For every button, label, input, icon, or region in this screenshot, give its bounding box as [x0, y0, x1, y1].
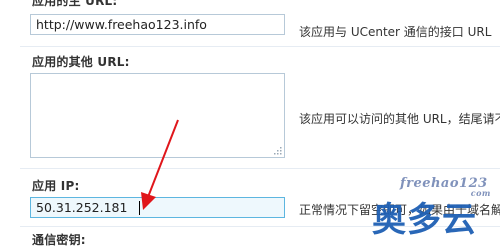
watermark-site-text: freehao123 com	[400, 176, 491, 198]
watermark-logo-text: 奥多云	[372, 200, 477, 240]
